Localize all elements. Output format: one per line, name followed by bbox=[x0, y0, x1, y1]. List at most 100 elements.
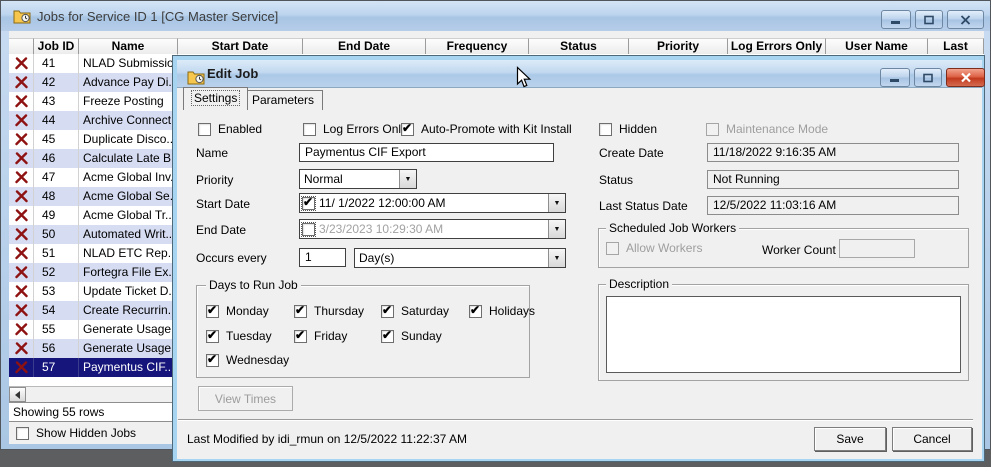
edit-job-title: Edit Job bbox=[207, 66, 259, 81]
name-input[interactable]: Paymentus CIF Export bbox=[299, 143, 554, 162]
job-name-cell: Update Ticket D... bbox=[79, 282, 178, 301]
scroll-left-arrow-icon[interactable] bbox=[9, 387, 26, 402]
show-hidden-jobs-checkbox[interactable] bbox=[16, 426, 29, 440]
delete-job-icon[interactable] bbox=[9, 339, 34, 358]
status-value: Not Running bbox=[707, 170, 959, 189]
job-id-cell: 53 bbox=[34, 282, 79, 301]
day-checkbox[interactable] bbox=[469, 304, 482, 318]
job-id-cell: 43 bbox=[34, 92, 79, 111]
delete-job-icon[interactable] bbox=[9, 92, 34, 111]
job-name-cell: Generate Usage... bbox=[79, 320, 178, 339]
folder-clock-icon bbox=[187, 69, 205, 88]
day-checkbox[interactable] bbox=[381, 329, 394, 343]
tab-settings[interactable]: Settings bbox=[183, 87, 249, 110]
status-label: Status bbox=[599, 173, 634, 187]
delete-job-icon[interactable] bbox=[9, 130, 34, 149]
create-date-label: Create Date bbox=[599, 146, 664, 160]
edit-job-titlebar[interactable]: Edit Job bbox=[177, 60, 985, 88]
close-icon[interactable] bbox=[947, 10, 984, 29]
log-errors-only-checkbox[interactable] bbox=[303, 122, 316, 136]
delete-job-icon[interactable] bbox=[9, 263, 34, 282]
occurs-unit-select[interactable]: Day(s) bbox=[354, 248, 566, 268]
name-label: Name bbox=[196, 146, 229, 160]
day-checkbox[interactable] bbox=[294, 329, 307, 343]
chevron-down-icon[interactable] bbox=[548, 220, 565, 238]
delete-job-icon[interactable] bbox=[9, 244, 34, 263]
worker-count-label: Worker Count bbox=[762, 243, 836, 257]
enabled-label: Enabled bbox=[218, 122, 263, 136]
start-date-checkbox[interactable] bbox=[301, 195, 316, 211]
close-icon[interactable] bbox=[946, 68, 985, 87]
start-date-picker[interactable]: 11/ 1/2022 12:00:00 AM bbox=[299, 193, 566, 213]
column-header[interactable]: Priority bbox=[629, 38, 728, 55]
column-header[interactable]: Name bbox=[79, 38, 178, 55]
delete-job-icon[interactable] bbox=[9, 111, 34, 130]
day-label: Monday bbox=[226, 304, 269, 318]
job-name-cell: Advance Pay Di... bbox=[79, 73, 178, 92]
maximize-icon[interactable] bbox=[914, 68, 942, 87]
job-name-cell: Archive Connect... bbox=[79, 111, 178, 130]
maintenance-mode-label: Maintenance Mode bbox=[726, 122, 829, 136]
delete-job-icon[interactable] bbox=[9, 54, 34, 73]
chevron-down-icon[interactable] bbox=[399, 170, 416, 188]
day-checkbox-row: Friday bbox=[294, 329, 347, 343]
cancel-button[interactable]: Cancel bbox=[892, 427, 972, 451]
delete-job-icon[interactable] bbox=[9, 282, 34, 301]
delete-job-icon[interactable] bbox=[9, 206, 34, 225]
save-button[interactable]: Save bbox=[814, 427, 886, 451]
delete-job-icon[interactable] bbox=[9, 225, 34, 244]
column-header[interactable]: End Date bbox=[303, 38, 426, 55]
enabled-checkbox[interactable] bbox=[198, 122, 211, 136]
delete-job-icon[interactable] bbox=[9, 358, 34, 377]
end-date-checkbox[interactable] bbox=[301, 221, 316, 237]
delete-job-icon[interactable] bbox=[9, 73, 34, 92]
delete-job-icon[interactable] bbox=[9, 320, 34, 339]
description-textarea[interactable] bbox=[606, 296, 961, 373]
job-id-cell: 50 bbox=[34, 225, 79, 244]
job-name-cell: Calculate Late B... bbox=[79, 149, 178, 168]
hidden-checkbox[interactable] bbox=[599, 122, 612, 136]
column-header[interactable] bbox=[9, 38, 34, 55]
maximize-icon[interactable] bbox=[915, 10, 943, 29]
column-header[interactable]: Frequency bbox=[426, 38, 529, 55]
delete-job-icon[interactable] bbox=[9, 187, 34, 206]
day-checkbox[interactable] bbox=[206, 353, 219, 367]
chevron-down-icon[interactable] bbox=[548, 194, 565, 212]
show-hidden-jobs-label: Show Hidden Jobs bbox=[36, 426, 137, 440]
job-name-cell: Freeze Posting bbox=[79, 92, 178, 111]
mouse-cursor-icon bbox=[516, 66, 532, 92]
worker-count-input bbox=[839, 239, 915, 258]
column-header[interactable]: Job ID bbox=[34, 38, 79, 55]
job-name-cell: NLAD Submission bbox=[79, 54, 178, 73]
job-name-cell: Create Recurrin... bbox=[79, 301, 178, 320]
job-name-cell: Paymentus CIF... bbox=[79, 358, 178, 377]
delete-job-icon[interactable] bbox=[9, 149, 34, 168]
edit-job-dialog: Edit Job Settings Parameters Enabled Log… bbox=[172, 55, 985, 462]
column-header[interactable]: Last bbox=[928, 38, 984, 55]
day-checkbox[interactable] bbox=[206, 304, 219, 318]
delete-job-icon[interactable] bbox=[9, 168, 34, 187]
chevron-down-icon[interactable] bbox=[548, 249, 565, 267]
column-header[interactable]: User Name bbox=[826, 38, 928, 55]
day-checkbox[interactable] bbox=[381, 304, 394, 318]
minimize-icon[interactable] bbox=[881, 10, 911, 29]
delete-job-icon[interactable] bbox=[9, 301, 34, 320]
jobs-window-titlebar[interactable]: Jobs for Service ID 1 [CG Master Service… bbox=[1, 1, 990, 31]
column-header[interactable]: Log Errors Only bbox=[728, 38, 826, 55]
day-checkbox[interactable] bbox=[206, 329, 219, 343]
desktop: Jobs for Service ID 1 [CG Master Service… bbox=[0, 0, 991, 467]
column-header[interactable]: Status bbox=[529, 38, 629, 55]
day-checkbox-row: Saturday bbox=[381, 304, 449, 318]
day-checkbox[interactable] bbox=[294, 304, 307, 318]
job-name-cell: Acme Global Inv... bbox=[79, 168, 178, 187]
job-id-cell: 41 bbox=[34, 54, 79, 73]
end-date-picker[interactable]: 3/23/2023 10:29:30 AM bbox=[299, 219, 566, 239]
column-header[interactable]: Start Date bbox=[178, 38, 303, 55]
job-id-cell: 56 bbox=[34, 339, 79, 358]
minimize-icon[interactable] bbox=[880, 68, 910, 87]
priority-select[interactable]: Normal bbox=[299, 169, 417, 189]
occurs-every-input[interactable]: 1 bbox=[299, 248, 346, 267]
job-id-cell: 45 bbox=[34, 130, 79, 149]
tab-parameters[interactable]: Parameters bbox=[243, 90, 324, 110]
auto-promote-checkbox[interactable] bbox=[401, 122, 414, 136]
